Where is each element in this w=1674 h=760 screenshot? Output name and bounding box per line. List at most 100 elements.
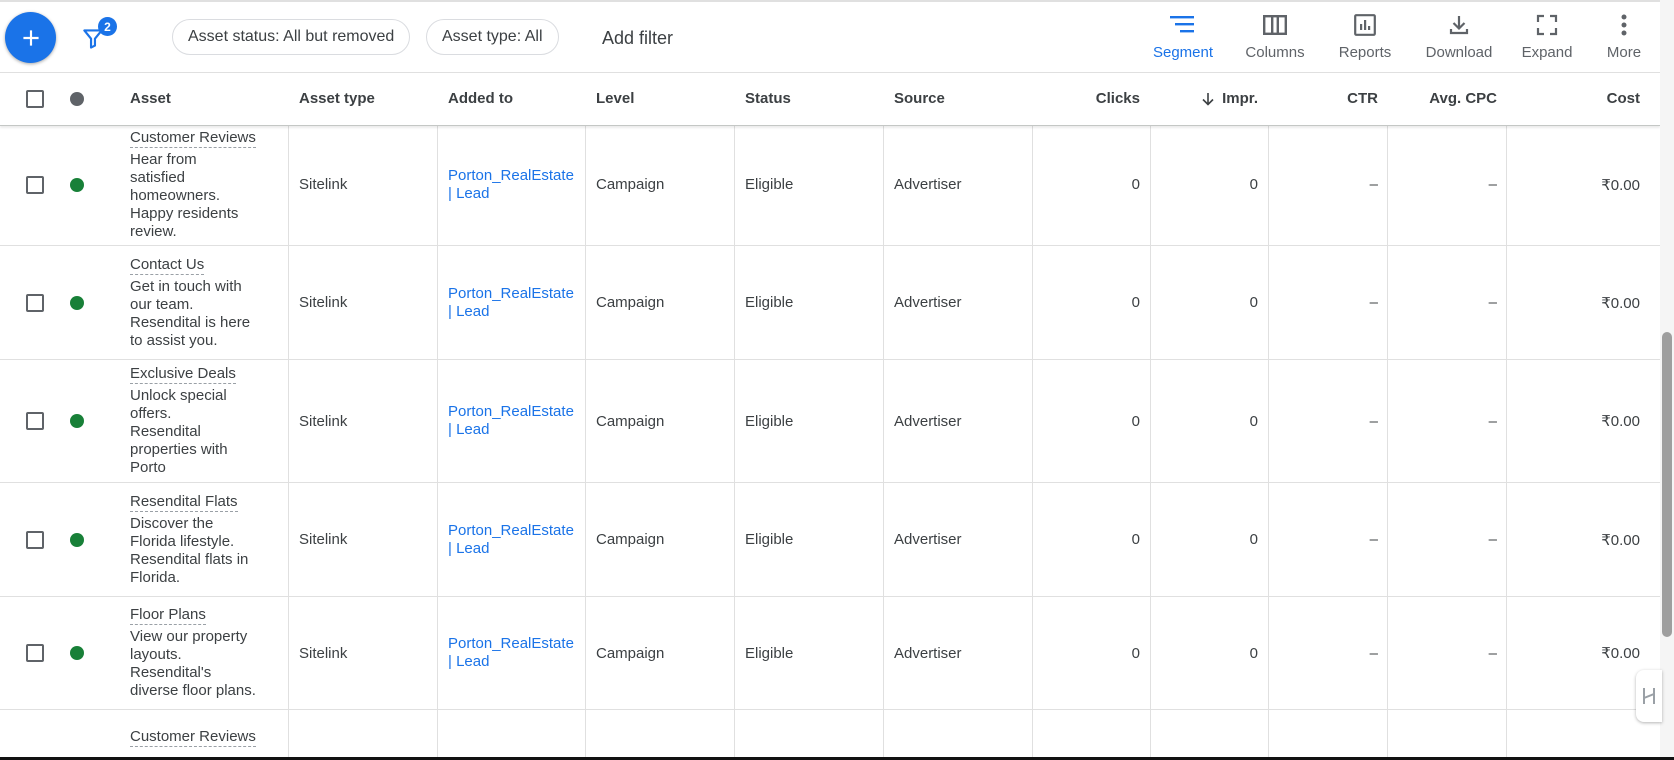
status-cell: Eligible <box>745 294 794 311</box>
ctr-cell: – <box>1369 412 1378 430</box>
column-divider <box>585 72 586 760</box>
create-button[interactable] <box>5 12 56 63</box>
download-button[interactable]: Download <box>1422 12 1496 66</box>
asset-type-filter-chip[interactable]: Asset type: All <box>426 19 559 55</box>
level-cell: Campaign <box>596 176 665 193</box>
header-level[interactable]: Level <box>596 73 634 125</box>
header-status[interactable]: Status <box>745 73 791 125</box>
header-avg-cpc[interactable]: Avg. CPC <box>1387 73 1497 125</box>
table-row[interactable]: Customer Reviews Hear from satisfied homeow… <box>0 124 1660 246</box>
cost-cell: ₹0.00 <box>1601 531 1640 549</box>
asset-description-line: Porto <box>130 459 166 476</box>
asset-title[interactable]: Customer Reviews <box>130 129 256 148</box>
cost-cell: ₹0.00 <box>1601 176 1640 194</box>
segment-label: Segment <box>1152 44 1214 61</box>
add-filter-button[interactable]: Add filter <box>602 28 673 49</box>
column-divider <box>1032 72 1033 760</box>
clicks-cell: 0 <box>1131 412 1140 430</box>
select-all-checkbox-cell <box>26 73 46 125</box>
header-impr-label: Impr. <box>1222 90 1258 107</box>
columns-button[interactable]: Columns <box>1240 12 1310 66</box>
clicks-cell: 0 <box>1131 176 1140 193</box>
header-clicks[interactable]: Clicks <box>1032 73 1140 125</box>
row-checkbox[interactable] <box>26 644 44 662</box>
download-label: Download <box>1425 44 1493 61</box>
status-cell: Eligible <box>745 531 794 548</box>
columns-label: Columns <box>1245 44 1305 61</box>
row-checkbox[interactable] <box>26 175 44 194</box>
asset-description-line: Resendital flats in <box>130 550 249 568</box>
avg-cpc-cell: – <box>1488 531 1497 548</box>
clicks-cell: 0 <box>1131 294 1140 311</box>
added-to-campaign-link[interactable]: Porton_RealEstate <box>448 403 574 421</box>
source-cell: Advertiser <box>894 531 962 548</box>
table-row[interactable]: Exclusive Deals Unlock special offers. Rese… <box>0 360 1660 483</box>
added-to-campaign-link[interactable]: Porton_RealEstate <box>448 635 574 653</box>
select-all-checkbox[interactable] <box>26 90 44 108</box>
header-impr[interactable]: Impr. <box>1150 73 1258 125</box>
asset-description-line: properties with <box>130 441 228 458</box>
header-added-to[interactable]: Added to <box>448 73 513 125</box>
asset-cell: Customer Reviews <box>130 710 280 760</box>
row-status-dot-cell <box>70 483 86 596</box>
row-status-dot-cell <box>70 246 86 359</box>
added-to-campaign-link[interactable]: | Lead <box>448 653 574 671</box>
expand-button[interactable]: Expand <box>1512 12 1582 66</box>
asset-type-cell: Sitelink <box>299 176 348 193</box>
source-cell: Advertiser <box>894 644 962 662</box>
asset-description-line: Unlock special <box>130 387 227 404</box>
column-divider <box>1150 72 1151 760</box>
table-row[interactable]: Resendital Flats Discover the Florida life… <box>0 483 1660 597</box>
asset-cell: Contact Us Get in touch with our team. Rese… <box>130 246 280 359</box>
asset-title[interactable]: Floor Plans <box>130 606 206 625</box>
asset-description-line: review. <box>130 222 177 240</box>
header-ctr[interactable]: CTR <box>1268 73 1378 125</box>
status-cell: Eligible <box>745 412 794 430</box>
table-row[interactable]: Contact Us Get in touch with our team. Rese… <box>0 246 1660 360</box>
asset-description-line: diverse floor plans. <box>130 682 256 699</box>
segment-button[interactable]: Segment <box>1148 12 1218 66</box>
asset-title[interactable]: Resendital Flats <box>130 493 238 512</box>
row-checkbox[interactable] <box>26 293 44 312</box>
level-cell: Campaign <box>596 294 665 311</box>
impr-cell: 0 <box>1249 176 1258 193</box>
added-to-campaign-link[interactable]: Porton_RealEstate <box>448 285 574 303</box>
added-to-cell: Porton_RealEstate | Lead <box>448 124 583 245</box>
asset-title[interactable]: Customer Reviews <box>130 728 256 747</box>
header-status-dot-icon <box>70 92 84 106</box>
row-checkbox-cell <box>26 360 46 482</box>
clicks-cell: 0 <box>1131 644 1140 662</box>
added-to-cell: Porton_RealEstate | Lead <box>448 360 583 482</box>
table-row[interactable]: Customer Reviews <box>0 710 1660 760</box>
row-checkbox[interactable] <box>26 412 44 430</box>
more-label: More <box>1606 44 1642 61</box>
plus-icon <box>22 29 39 46</box>
asset-description-line: Resendital's <box>130 664 212 681</box>
table-row[interactable]: Floor Plans View our property layouts. Rese… <box>0 597 1660 710</box>
asset-status-filter-chip[interactable]: Asset status: All but removed <box>172 19 411 55</box>
avg-cpc-cell: – <box>1488 644 1497 662</box>
reports-button[interactable]: Reports <box>1330 12 1400 66</box>
status-cell: Eligible <box>745 176 794 193</box>
header-asset-type[interactable]: Asset type <box>299 73 375 125</box>
added-to-campaign-link[interactable]: Porton_RealEstate <box>448 522 574 540</box>
row-checkbox[interactable] <box>26 530 44 549</box>
more-button[interactable]: More <box>1598 12 1650 66</box>
asset-title[interactable]: Exclusive Deals <box>130 365 236 384</box>
asset-description-line: Get in touch with <box>130 277 242 295</box>
added-to-campaign-link[interactable]: | Lead <box>448 540 574 558</box>
asset-title[interactable]: Contact Us <box>130 256 205 275</box>
segment-icon <box>1170 16 1194 33</box>
header-source[interactable]: Source <box>894 73 945 125</box>
header-asset[interactable]: Asset <box>130 73 171 125</box>
added-to-campaign-link[interactable]: Porton_RealEstate <box>448 167 574 185</box>
column-divider <box>437 72 438 760</box>
column-divider <box>883 72 884 760</box>
scrollbar-thumb[interactable] <box>1662 332 1672 637</box>
filter-button[interactable]: 2 <box>80 17 120 53</box>
added-to-campaign-link[interactable]: | Lead <box>448 421 574 439</box>
side-panel-handle[interactable] <box>1636 670 1662 722</box>
header-cost[interactable]: Cost <box>1506 73 1640 125</box>
added-to-campaign-link[interactable]: | Lead <box>448 185 574 203</box>
added-to-campaign-link[interactable]: | Lead <box>448 303 574 321</box>
